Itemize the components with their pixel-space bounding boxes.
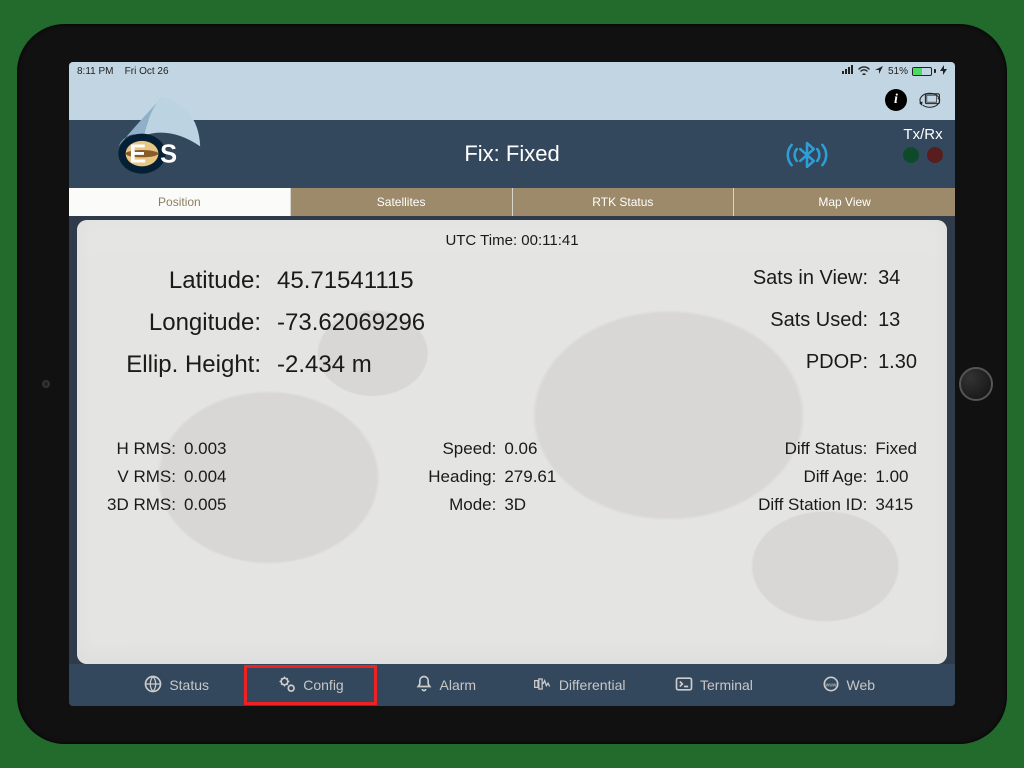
- content-area: UTC Time: 00:11:41 Latitude:45.71541115L…: [69, 216, 955, 664]
- web-icon: www: [821, 674, 841, 697]
- gears-icon: [277, 674, 297, 697]
- coord-value: -73.62069296: [277, 309, 425, 337]
- tab-strip: PositionSatellitesRTK StatusMap View: [69, 188, 955, 216]
- utc-label: UTC Time:: [445, 232, 517, 249]
- satstat-label: PDOP:: [738, 351, 878, 379]
- utc-value: 00:11:41: [521, 232, 578, 249]
- info-icon[interactable]: i: [885, 89, 907, 111]
- status-time: 8:11 PM: [77, 66, 114, 77]
- diff-value: 3415: [875, 495, 917, 515]
- nav-config[interactable]: Config: [243, 664, 377, 706]
- nav-label: Alarm: [440, 677, 477, 693]
- screen: 8:11 PM Fri Oct 26 51%: [69, 62, 955, 706]
- bottom-nav: Status Config Alarm Differential Terminal www…: [69, 664, 955, 706]
- nav-status[interactable]: Status: [109, 664, 243, 706]
- nav-label: Status: [169, 677, 209, 693]
- camera-icon: [42, 380, 50, 388]
- rotate-device-icon[interactable]: [917, 87, 945, 114]
- nav-label: Config: [303, 677, 343, 693]
- nav-alarm[interactable]: Alarm: [378, 664, 512, 706]
- rms-block: H RMS: 0.003 V RMS: 0.004 3D RMS: 0.005: [107, 439, 227, 515]
- satstats-block: Sats in View:34Sats Used:13PDOP:1.30: [738, 267, 917, 379]
- rms-value: 0.004: [184, 467, 227, 487]
- motion-label: Heading:: [428, 467, 496, 487]
- location-icon: [874, 65, 884, 78]
- motion-label: Speed:: [428, 439, 496, 459]
- tab-position[interactable]: Position: [69, 188, 291, 216]
- fix-value: Fixed: [506, 141, 560, 166]
- signal-icon: [842, 65, 854, 77]
- svg-text:www: www: [825, 682, 836, 688]
- motion-block: Speed: 0.06 Heading: 279.61 Mode: 3D: [428, 439, 556, 515]
- status-date: Fri Oct 26: [125, 66, 169, 77]
- diff-value: Fixed: [875, 439, 917, 459]
- tx-led-icon: [903, 147, 919, 163]
- rms-value: 0.003: [184, 439, 227, 459]
- coord-label: Latitude:: [107, 267, 277, 295]
- terminal-icon: [674, 674, 694, 697]
- diff-label: Diff Station ID:: [758, 495, 867, 515]
- tab-map-view[interactable]: Map View: [734, 188, 955, 216]
- coords-block: Latitude:45.71541115Longitude:-73.620692…: [107, 267, 425, 379]
- fix-label: Fix:: [464, 141, 499, 166]
- eos-logo: E S: [97, 90, 227, 190]
- satstat-value: 13: [878, 309, 917, 337]
- satstat-value: 1.30: [878, 351, 917, 379]
- charging-icon: [940, 65, 947, 78]
- coord-label: Ellip. Height:: [107, 351, 277, 379]
- coord-value: -2.434 m: [277, 351, 425, 379]
- satstat-label: Sats in View:: [738, 267, 878, 295]
- motion-label: Mode:: [428, 495, 496, 515]
- motion-value: 0.06: [504, 439, 556, 459]
- utc-time: UTC Time: 00:11:41: [107, 232, 917, 249]
- bell-icon: [414, 674, 434, 697]
- position-card: UTC Time: 00:11:41 Latitude:45.71541115L…: [77, 220, 947, 664]
- diff-block: Diff Status: Fixed Diff Age: 1.00 Diff Stati…: [758, 439, 917, 515]
- diff-value: 1.00: [875, 467, 917, 487]
- motion-value: 279.61: [504, 467, 556, 487]
- coord-label: Longitude:: [107, 309, 277, 337]
- coord-value: 45.71541115: [277, 267, 425, 295]
- nav-label: Terminal: [700, 677, 753, 693]
- nav-label: Differential: [559, 677, 626, 693]
- bluetooth-broadcast-icon: [779, 138, 835, 177]
- diff-label: Diff Status:: [758, 439, 867, 459]
- tab-satellites[interactable]: Satellites: [291, 188, 513, 216]
- ipad-frame: 8:11 PM Fri Oct 26 51%: [17, 24, 1007, 744]
- app-header: E S Fix: Fixed: [69, 120, 955, 188]
- satstat-value: 34: [878, 267, 917, 295]
- differential-icon: [533, 674, 553, 697]
- nav-differential[interactable]: Differential: [512, 664, 646, 706]
- tab-rtk-status[interactable]: RTK Status: [513, 188, 735, 216]
- nav-label: Web: [847, 677, 876, 693]
- svg-text:E: E: [129, 141, 146, 169]
- txrx-label: Tx/Rx: [903, 126, 943, 143]
- rms-label: 3D RMS:: [107, 495, 176, 515]
- battery-pct: 51%: [888, 66, 908, 77]
- nav-web[interactable]: www Web: [781, 664, 915, 706]
- txrx-panel: Tx/Rx: [903, 126, 943, 163]
- ios-statusbar: 8:11 PM Fri Oct 26 51%: [69, 62, 955, 80]
- diff-label: Diff Age:: [758, 467, 867, 487]
- home-button[interactable]: [959, 367, 993, 401]
- motion-value: 3D: [504, 495, 556, 515]
- svg-text:S: S: [160, 141, 177, 169]
- globe-icon: [143, 674, 163, 697]
- nav-terminal[interactable]: Terminal: [646, 664, 780, 706]
- rx-led-icon: [927, 147, 943, 163]
- battery-icon: [912, 67, 936, 76]
- rms-label: H RMS:: [107, 439, 176, 459]
- rms-value: 0.005: [184, 495, 227, 515]
- rms-label: V RMS:: [107, 467, 176, 487]
- wifi-icon: [858, 65, 870, 78]
- satstat-label: Sats Used:: [738, 309, 878, 337]
- fix-status: Fix: Fixed: [464, 141, 559, 167]
